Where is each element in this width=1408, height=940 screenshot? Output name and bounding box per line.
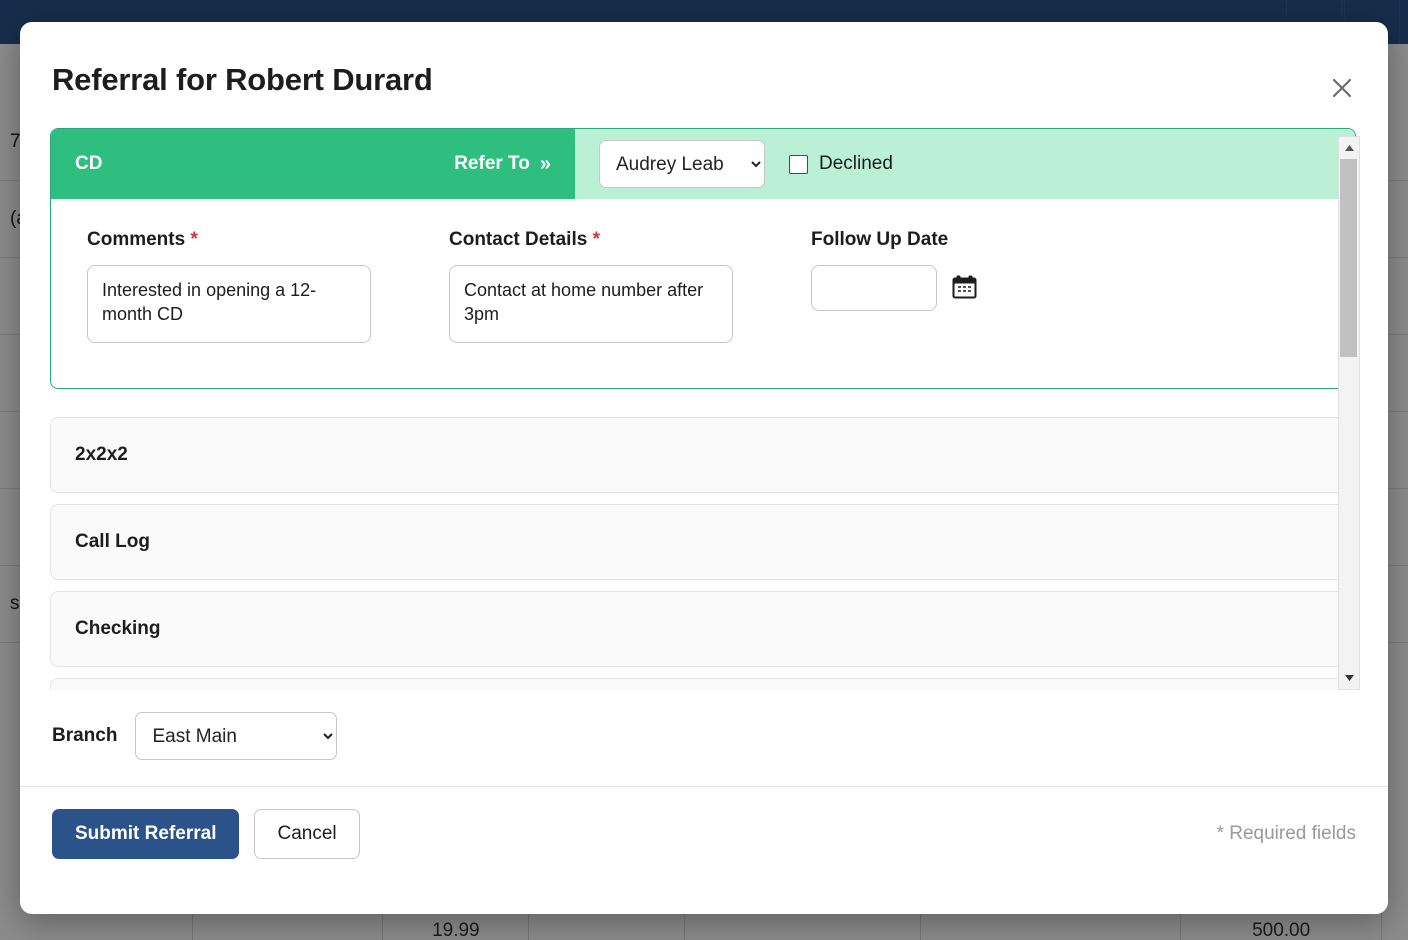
required-marker: * [593,229,600,250]
follow-up-date-input[interactable] [811,265,937,311]
contact-details-field-group: Contact Details * [449,229,811,348]
contact-details-input[interactable] [449,265,733,343]
refer-to-label: Refer To [454,153,530,175]
refer-to-button[interactable]: Refer To » [454,153,551,175]
section-title: 2x2x2 [75,444,128,466]
scroll-down-arrow-icon[interactable] [1339,667,1359,689]
contact-details-label: Contact Details * [449,229,811,251]
scrollbar-thumb[interactable] [1340,159,1357,357]
required-marker: * [190,229,197,250]
follow-up-date-row [811,265,978,311]
close-icon[interactable] [1324,70,1360,106]
cancel-button[interactable]: Cancel [254,809,359,859]
sections-scroll-area: CD Refer To » Audrey Leab [20,128,1356,690]
product-header-controls: Audrey Leab Declined [575,140,1355,188]
page-title: Referral for Robert Durard [52,62,1356,98]
product-panel-body: Comments * Contact Details * [51,199,1355,388]
declined-label: Declined [819,153,893,175]
modal-scrollbar[interactable] [1338,136,1360,690]
calendar-icon[interactable] [951,273,978,304]
follow-up-date-label: Follow Up Date [811,229,978,251]
section-row[interactable]: 2x2x2 [50,417,1356,493]
checkbox-box [789,155,808,174]
modal-scroll-region: CD Refer To » Audrey Leab [20,128,1388,690]
section-row[interactable]: Checking [50,591,1356,667]
required-fields-note: * Required fields [1217,823,1356,845]
referral-modal: Referral for Robert Durard CD Refer To [20,22,1388,914]
product-name: CD [75,153,454,175]
contact-details-label-text: Contact Details [449,229,587,250]
comments-field-group: Comments * [87,229,449,348]
app-root: 78 ent (a ner [0,0,1408,940]
comments-label-text: Comments [87,229,185,250]
section-row[interactable]: Call Log [50,504,1356,580]
modal-footer: Submit Referral Cancel * Required fields [20,786,1388,883]
scroll-up-arrow-icon[interactable] [1339,137,1359,159]
section-title: Call Log [75,531,150,553]
product-header-toggle[interactable]: CD Refer To » [51,129,575,199]
comments-label: Comments * [87,229,449,251]
section-row[interactable] [50,678,1356,690]
section-title: Checking [75,618,161,640]
scrollbar-track[interactable] [1339,159,1359,667]
branch-row: Branch East Main [20,690,1388,786]
declined-checkbox[interactable]: Declined [789,153,893,175]
branch-select[interactable]: East Main [135,712,337,760]
double-chevron-right-icon: » [540,154,551,174]
follow-up-date-field-group: Follow Up Date [811,229,978,348]
comments-input[interactable] [87,265,371,343]
branch-label: Branch [52,725,117,747]
submit-referral-button[interactable]: Submit Referral [52,809,239,859]
modal-header: Referral for Robert Durard [20,22,1388,98]
refer-to-user-select[interactable]: Audrey Leab [599,140,765,188]
product-panel-cd: CD Refer To » Audrey Leab [50,128,1356,389]
product-panel-header: CD Refer To » Audrey Leab [51,129,1355,199]
